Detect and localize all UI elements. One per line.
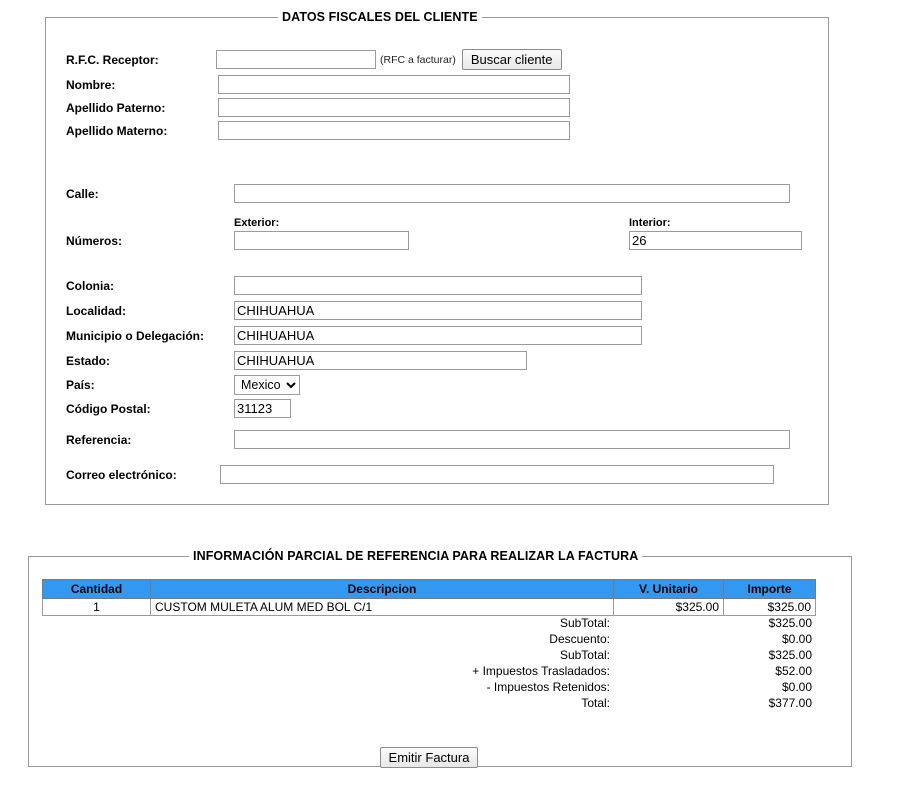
estado-label: Estado: <box>66 353 111 368</box>
invoice-form-body: Cantidad Descripcion V. Unitario Importe… <box>29 563 851 768</box>
totals-row-total: Total: $377.00 <box>42 695 816 711</box>
correo-electronico-label: Correo electrónico: <box>66 467 177 482</box>
totals-label-subtotal-2: SubTotal: <box>559 648 610 662</box>
numeros-label: Números: <box>66 234 123 248</box>
codigo-postal-label: Código Postal: <box>66 401 151 416</box>
apellido-paterno-input[interactable] <box>218 98 570 117</box>
apellido-paterno-label: Apellido Paterno: <box>66 100 166 115</box>
row-numeros: Números: <box>66 234 234 248</box>
column-header-descripcion: Descripcion <box>150 579 614 599</box>
invoice-reference-legend: INFORMACIÓN PARCIAL DE REFERENCIA PARA R… <box>193 549 639 563</box>
invoice-items-tbody: 1 CUSTOM MULETA ALUM MED BOL C/1 $325.00… <box>42 598 816 616</box>
rfc-receptor-label: R.F.C. Receptor: <box>66 52 159 67</box>
column-header-cantidad: Cantidad <box>42 579 151 599</box>
totals-row-descuento: Descuento: $0.00 <box>42 631 816 647</box>
row-rfc-receptor: R.F.C. Receptor: (RFC a facturar) Buscar… <box>66 49 562 70</box>
totals-label-subtotal-1: SubTotal: <box>559 616 610 630</box>
correo-electronico-input[interactable] <box>220 465 774 484</box>
row-codigo-postal: Código Postal: <box>66 399 291 418</box>
exterior-label: Exterior: <box>234 217 280 229</box>
apellido-materno-input[interactable] <box>218 121 570 140</box>
totals-row-impuestos-trasladados: + Impuestos Trasladados: $52.00 <box>42 663 816 679</box>
row-municipio: Municipio o Delegación: <box>66 326 642 345</box>
totals-label-descuento: Descuento: <box>549 632 610 646</box>
totals-value-subtotal-1: $325.00 <box>768 616 812 630</box>
totals-row-impuestos-retenidos: - Impuestos Retenidos: $0.00 <box>42 679 816 695</box>
row-referencia: Referencia: <box>66 430 790 449</box>
totals-label-impuestos-trasladados: + Impuestos Trasladados: <box>472 664 610 678</box>
buscar-cliente-button[interactable]: Buscar cliente <box>461 49 562 70</box>
localidad-input[interactable] <box>234 301 642 320</box>
pais-label: País: <box>66 378 95 392</box>
totals-value-total: $377.00 <box>768 696 812 710</box>
totals-row-subtotal-2: SubTotal: $325.00 <box>42 647 816 663</box>
row-estado: Estado: <box>66 351 527 370</box>
row-localidad: Localidad: <box>66 301 642 320</box>
invoice-items-table: Cantidad Descripcion V. Unitario Importe… <box>42 579 816 616</box>
row-apellido-materno: Apellido Materno: <box>66 121 570 140</box>
rfc-receptor-hint: (RFC a facturar) <box>380 53 456 66</box>
totals-spacer-4 <box>614 663 724 679</box>
totals-value-descuento: $0.00 <box>781 632 812 646</box>
totals-spacer-2 <box>614 631 724 647</box>
totals-spacer-5 <box>614 679 724 695</box>
rfc-receptor-input[interactable] <box>216 50 376 69</box>
totals-value-impuestos-retenidos: $0.00 <box>781 680 812 694</box>
cell-v-unitario: $325.00 <box>613 598 724 616</box>
row-apellido-paterno: Apellido Paterno: <box>66 98 570 117</box>
colonia-input[interactable] <box>234 276 642 295</box>
invoice-items-header-row: Cantidad Descripcion V. Unitario Importe <box>42 579 816 599</box>
nombre-label: Nombre: <box>66 77 116 92</box>
totals-row-subtotal-1: SubTotal: $325.00 <box>42 615 816 631</box>
cell-importe: $325.00 <box>723 598 816 616</box>
apellido-materno-label: Apellido Materno: <box>66 123 168 138</box>
codigo-postal-input[interactable] <box>234 399 291 418</box>
totals-spacer-1 <box>614 615 724 631</box>
totals-value-subtotal-2: $325.00 <box>768 648 812 662</box>
municipio-input[interactable] <box>234 326 642 345</box>
row-correo-electronico: Correo electrónico: <box>66 465 774 484</box>
referencia-label: Referencia: <box>66 432 132 447</box>
column-header-importe: Importe <box>723 579 816 599</box>
estado-input[interactable] <box>234 351 527 370</box>
cell-descripcion: CUSTOM MULETA ALUM MED BOL C/1 <box>150 598 614 616</box>
invoice-totals-tbody: SubTotal: $325.00 Descuento: $0.00 SubTo… <box>42 615 816 711</box>
client-fiscal-data-legend: DATOS FISCALES DEL CLIENTE <box>282 10 478 24</box>
totals-label-total: Total: <box>581 696 610 710</box>
emitir-factura-button[interactable]: Emitir Factura <box>379 747 479 768</box>
client-form-body: R.F.C. Receptor: (RFC a facturar) Buscar… <box>46 24 828 504</box>
totals-spacer-3 <box>614 647 724 663</box>
client-fiscal-data-fieldset: DATOS FISCALES DEL CLIENTE R.F.C. Recept… <box>45 10 829 505</box>
municipio-label: Municipio o Delegación: <box>66 328 205 343</box>
interior-input[interactable] <box>629 231 802 250</box>
localidad-label: Localidad: <box>66 303 127 318</box>
invoice-reference-fieldset: INFORMACIÓN PARCIAL DE REFERENCIA PARA R… <box>28 549 852 768</box>
pais-select[interactable]: Mexico <box>234 375 300 395</box>
calle-label: Calle: <box>66 186 99 201</box>
nombre-input[interactable] <box>218 75 570 94</box>
calle-input[interactable] <box>234 184 790 203</box>
column-header-v-unitario: V. Unitario <box>613 579 724 599</box>
row-pais: País: Mexico <box>66 375 300 395</box>
exterior-input[interactable] <box>234 231 409 250</box>
invoice-items-thead: Cantidad Descripcion V. Unitario Importe <box>42 579 816 599</box>
row-nombre: Nombre: <box>66 75 570 94</box>
cell-cantidad: 1 <box>42 598 151 616</box>
row-colonia: Colonia: <box>66 276 642 295</box>
totals-value-impuestos-trasladados: $52.00 <box>775 664 812 678</box>
table-row: 1 CUSTOM MULETA ALUM MED BOL C/1 $325.00… <box>42 598 816 616</box>
row-calle: Calle: <box>66 184 790 203</box>
interior-label: Interior: <box>629 217 671 229</box>
emit-button-container: Emitir Factura <box>42 747 816 768</box>
invoice-totals-table: SubTotal: $325.00 Descuento: $0.00 SubTo… <box>42 615 816 711</box>
totals-label-impuestos-retenidos: - Impuestos Retenidos: <box>486 680 610 694</box>
totals-spacer-6 <box>614 695 724 711</box>
colonia-label: Colonia: <box>66 278 114 293</box>
referencia-input[interactable] <box>234 430 790 449</box>
